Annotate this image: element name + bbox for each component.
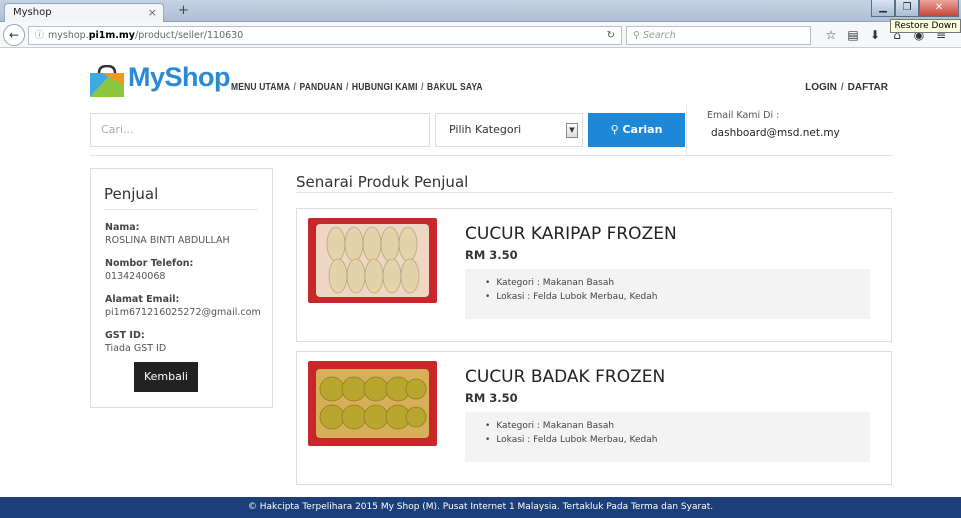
back-button[interactable]: Kembali — [134, 362, 198, 392]
page: MyShop MENU UTAMA / PANDUAN / HUBUNGI KAMI / B… — [0, 49, 961, 518]
menu-separator: / — [421, 82, 424, 93]
browser-search-input[interactable]: ⚲ Search — [626, 26, 811, 45]
menu-separator: / — [345, 82, 349, 93]
seller-name: Nama: ROSLINA BINTI ABDULLAH — [105, 222, 272, 246]
field-label: Nombor Telefon: — [105, 258, 194, 269]
register-link[interactable]: DAFTAR — [848, 82, 888, 93]
search-button-label: Carian — [622, 123, 663, 136]
search-icon: ⚲ — [610, 123, 623, 136]
field-value: 0134240068 — [105, 271, 166, 282]
product-location: Lokasi : Felda Lubok Merbau, Kedah — [485, 292, 870, 302]
product-name[interactable]: CUCUR BADAK FROZEN — [465, 367, 665, 387]
tab-close-icon[interactable]: × — [148, 4, 157, 21]
field-label: Nama: — [105, 222, 140, 233]
search-button[interactable]: ⚲ Carian — [588, 113, 685, 147]
seller-title: Penjual — [104, 185, 258, 210]
product-category: Kategori : Makanan Basah — [485, 421, 870, 431]
menu-item-hubungi[interactable]: HUBUNGI KAMI — [352, 82, 418, 93]
browser-tab[interactable]: Myshop × — [4, 3, 164, 22]
category-select[interactable]: Pilih Kategori ▼ — [435, 113, 583, 147]
tab-title: Myshop — [13, 7, 52, 18]
menu-item-panduan[interactable]: PANDUAN — [299, 82, 342, 93]
url-domain: pi1m.my — [88, 30, 136, 41]
magnifier-icon: ⚲ — [633, 30, 643, 41]
field-value: Tiada GST ID — [105, 343, 167, 354]
address-bar[interactable]: ⓘ myshop.pi1m.my/product/seller/110630 ↻ — [28, 26, 622, 45]
browser-nav-bar: ← ⓘ myshop.pi1m.my/product/seller/110630 … — [0, 22, 961, 48]
product-meta: Kategori : Makanan Basah Lokasi : Felda … — [465, 412, 870, 462]
window-controls: ▁ ❐ ✕ — [871, 0, 959, 18]
search-input[interactable]: Cari... — [90, 113, 430, 147]
email-label: Email Kami Di : — [707, 110, 780, 121]
product-location: Lokasi : Felda Lubok Merbau, Kedah — [485, 435, 870, 445]
download-icon[interactable]: ⬇ — [864, 25, 886, 45]
restore-button[interactable]: ❐ — [895, 0, 919, 17]
seller-phone: Nombor Telefon: 0134240068 — [105, 258, 272, 282]
product-name[interactable]: CUCUR KARIPAP FROZEN — [465, 224, 677, 244]
browser-tab-bar: Myshop × + ▁ ❐ ✕ Restore Down — [0, 0, 961, 33]
login-link[interactable]: LOGIN — [805, 82, 837, 93]
footer: © Hakcipta Terpelihara 2015 My Shop (M).… — [0, 497, 961, 518]
product-card[interactable]: CUCUR KARIPAP FROZEN RM 3.50 Kategori : … — [296, 208, 892, 342]
url-prefix: myshop. — [48, 30, 89, 41]
seller-email: Alamat Email: pi1m671216025272@gmail.com — [105, 294, 272, 318]
field-label: GST ID: — [105, 330, 145, 341]
field-label: Alamat Email: — [105, 294, 180, 305]
field-value: ROSLINA BINTI ABDULLAH — [105, 235, 230, 246]
minimize-button[interactable]: ▁ — [871, 0, 895, 17]
menu-separator: / — [293, 82, 297, 93]
restore-tooltip: Restore Down — [890, 19, 961, 33]
menu-item-bakul[interactable]: BAKUL SAYA — [427, 82, 483, 93]
category-selected: Pilih Kategori — [449, 123, 522, 136]
new-tab-button[interactable]: + — [178, 3, 189, 19]
product-meta: Kategori : Makanan Basah Lokasi : Felda … — [465, 269, 870, 319]
search-row: Cari... Pilih Kategori ▼ ⚲ Carian Email … — [90, 105, 893, 156]
field-value: pi1m671216025272@gmail.com — [105, 307, 261, 318]
seller-gst: GST ID: Tiada GST ID — [105, 330, 272, 354]
auth-menu: LOGIN / DAFTAR — [805, 82, 888, 93]
url-path: /product/seller/110630 — [135, 30, 244, 41]
menu-item-utama[interactable]: MENU UTAMA — [231, 82, 290, 93]
logo[interactable]: MyShop — [90, 59, 231, 101]
divider — [296, 192, 893, 193]
bookmark-star-icon[interactable]: ☆ — [820, 25, 842, 45]
search-placeholder: Search — [642, 30, 676, 41]
shopping-bag-icon — [90, 65, 124, 97]
product-price: RM 3.50 — [465, 391, 518, 405]
product-category: Kategori : Makanan Basah — [485, 278, 870, 288]
product-image[interactable] — [308, 361, 437, 446]
badak-package-image — [308, 361, 437, 446]
info-icon[interactable]: ⓘ — [35, 31, 44, 41]
product-card[interactable]: CUCUR BADAK FROZEN RM 3.50 Kategori : Ma… — [296, 351, 892, 485]
product-list-title: Senarai Produk Penjual — [296, 173, 469, 191]
contact-email: Email Kami Di : dashboard@msd.net.my — [686, 105, 893, 155]
back-arrow-icon[interactable]: ← — [3, 24, 25, 46]
product-price: RM 3.50 — [465, 248, 518, 262]
product-image[interactable] — [308, 218, 437, 303]
dropdown-arrow-icon[interactable]: ▼ — [566, 123, 578, 138]
brand-name: MyShop — [128, 62, 231, 92]
reload-icon[interactable]: ↻ — [607, 27, 615, 44]
karipap-package-image — [308, 218, 437, 303]
seller-panel: Penjual Nama: ROSLINA BINTI ABDULLAH Nom… — [90, 168, 273, 408]
clipboard-icon[interactable]: ▤ — [842, 25, 864, 45]
close-window-button[interactable]: ✕ — [919, 0, 959, 17]
main-menu: MENU UTAMA / PANDUAN / HUBUNGI KAMI / BAKUL SA… — [231, 82, 483, 93]
menu-separator: / — [840, 82, 844, 93]
email-value: dashboard@msd.net.my — [711, 127, 840, 139]
